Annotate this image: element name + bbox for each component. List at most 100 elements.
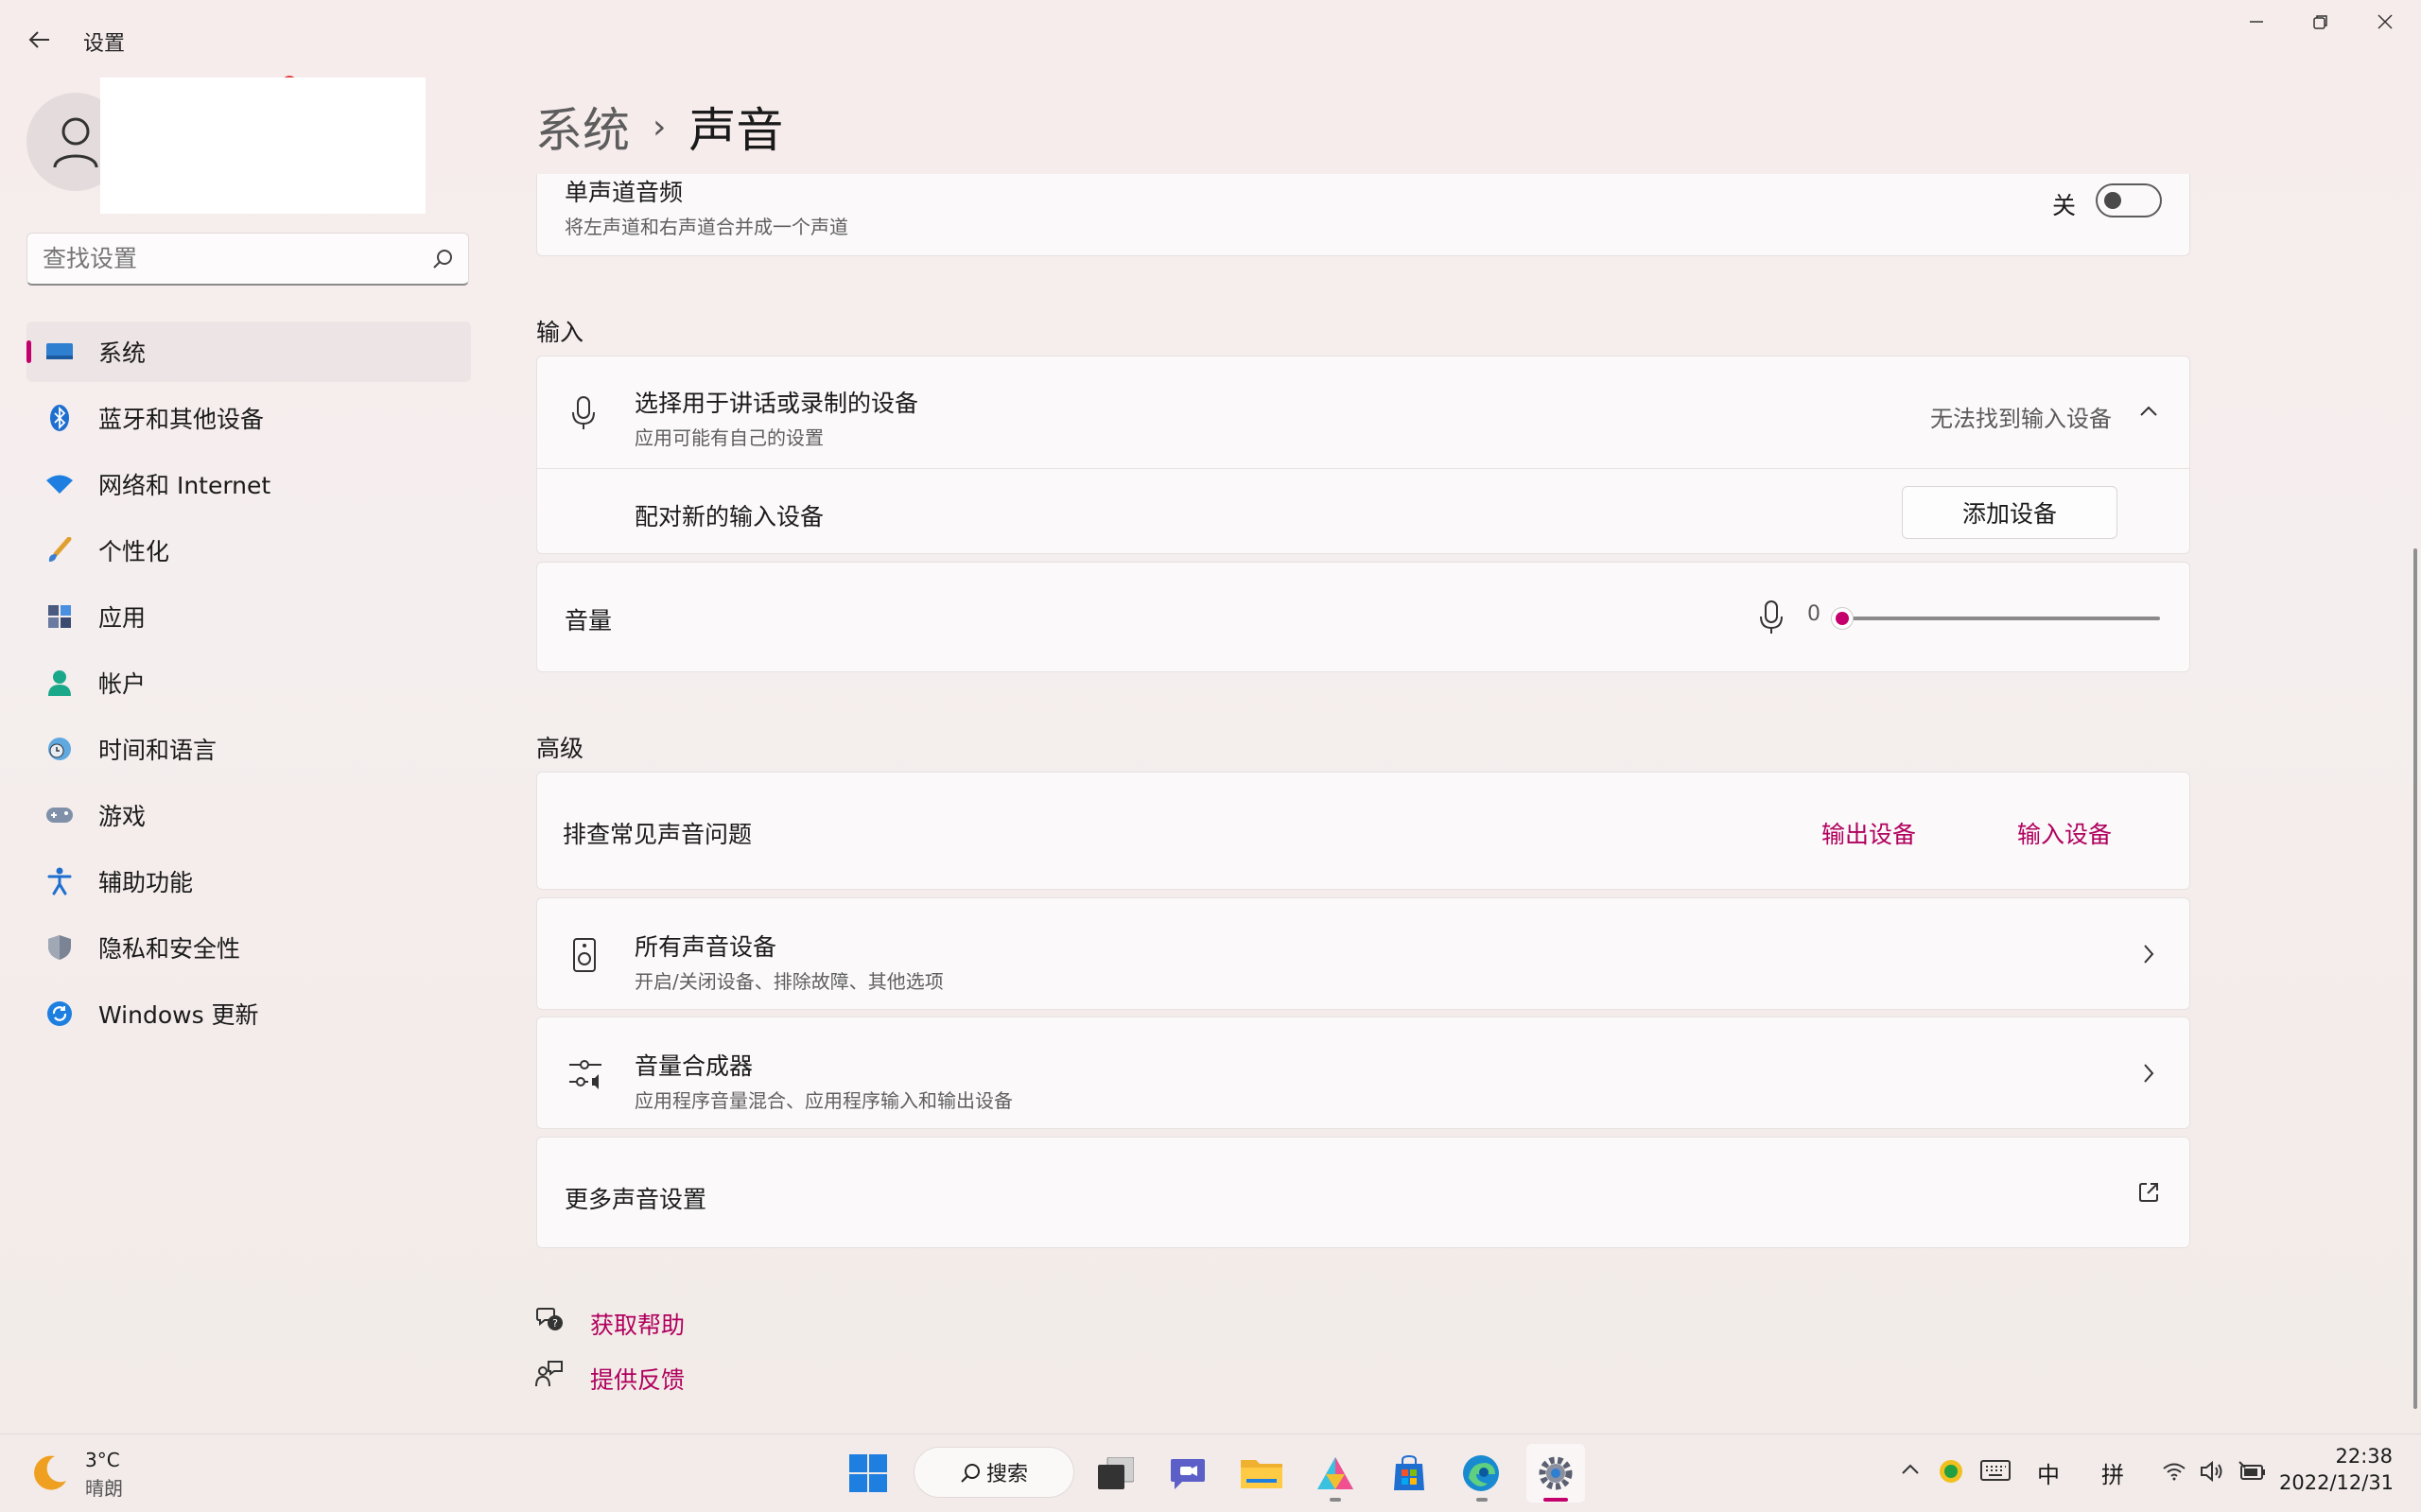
battery-icon[interactable] [2238,1460,2266,1483]
volume-mixer-subtitle: 应用程序音量混合、应用程序输入和输出设备 [635,1089,1013,1112]
sidebar-nav: 系统 蓝牙和其他设备 网络和 Internet 个性化 应用 帐户 时间和语言 … [26,322,471,1050]
sidebar-item-accessibility[interactable]: 辅助功能 [26,851,471,912]
minimize-button[interactable] [2224,0,2289,43]
user-icon [53,117,98,168]
more-sound-settings-label: 更多声音设置 [565,1186,707,1213]
clock-time: 22:38 [2335,1445,2393,1468]
sidebar-item-gaming[interactable]: 游戏 [26,785,471,845]
volume-slider-track[interactable] [1842,617,2160,620]
windows-logo-icon [849,1454,887,1492]
running-indicator [1476,1498,1488,1502]
feedback-link[interactable]: 提供反馈 [590,1362,685,1396]
store-button[interactable] [1383,1447,1436,1500]
brush-icon [45,536,74,565]
taskbar-search-label: 搜索 [986,1463,1029,1486]
chevron-up-icon[interactable] [1901,1464,1920,1475]
sidebar-item-personalization[interactable]: 个性化 [26,520,471,581]
sidebar-item-system[interactable]: 系统 [26,322,471,382]
feedback-icon [535,1361,563,1387]
gear-icon [1539,1456,1573,1490]
mono-audio-toggle[interactable] [2096,183,2162,217]
add-device-button[interactable]: 添加设备 [1902,486,2117,539]
divider [537,468,2189,469]
app-title: 设置 [83,32,126,56]
close-button[interactable] [2353,0,2417,43]
get-help-link[interactable]: 获取帮助 [590,1307,685,1341]
file-explorer-button[interactable] [1235,1447,1288,1500]
edge-icon [1463,1455,1499,1491]
sidebar-item-network[interactable]: 网络和 Internet [26,454,471,514]
tray-app-icon[interactable] [1939,1459,1963,1484]
sidebar-item-apps[interactable]: 应用 [26,586,471,647]
moon-icon [34,1455,66,1490]
sidebar-item-label: 辅助功能 [98,869,194,896]
ime-language-indicator[interactable]: 中 [2037,1456,2060,1489]
scrollbar[interactable] [2413,548,2417,1409]
monitor-icon [45,338,74,366]
breadcrumb: 系统 › 声音 [535,93,783,161]
update-icon [45,999,74,1028]
ime-mode-indicator[interactable]: 拼 [2101,1456,2124,1489]
input-device-value: 无法找到输入设备 [1930,406,2112,432]
volume-slider-thumb[interactable] [1831,607,1854,630]
gamepad-icon [45,801,74,829]
chevron-up-icon [2140,406,2157,416]
breadcrumb-parent[interactable]: 系统 [535,93,630,161]
app-pinned-button[interactable] [1309,1447,1362,1500]
volume-mixer-row[interactable]: 音量合成器 应用程序音量混合、应用程序输入和输出设备 [536,1017,2190,1129]
sidebar-item-label: 蓝牙和其他设备 [98,406,265,433]
shield-icon [45,933,74,962]
active-app-indicator [1543,1498,1568,1502]
taskbar-search[interactable]: 搜索 [914,1447,1074,1498]
output-devices-link[interactable]: 输出设备 [1821,816,1916,850]
triangle-app-icon [1317,1457,1353,1489]
mono-audio-card: 单声道音频 将左声道和右声道合并成一个声道 关 [536,174,2190,256]
apps-icon [45,602,74,631]
restore-button[interactable] [2289,0,2353,43]
all-sound-devices-title: 所有声音设备 [635,933,777,961]
clock-date: 2022/12/31 [2279,1471,2395,1494]
search-input[interactable] [43,245,421,272]
sidebar-item-privacy[interactable]: 隐私和安全性 [26,917,471,978]
mono-audio-state: 关 [2052,192,2077,219]
page-title: 声音 [688,103,784,158]
back-button[interactable] [21,21,59,59]
sidebar-item-label: 帐户 [98,670,147,698]
wifi-icon[interactable] [2162,1462,2186,1481]
settings-search[interactable] [26,233,469,286]
input-device-card: 选择用于讲话或录制的设备 应用可能有自己的设置 无法找到输入设备 配对新的输入设… [536,356,2190,554]
chat-app-button[interactable] [1161,1447,1214,1500]
bluetooth-icon [45,404,74,432]
mixer-icon [569,1060,601,1089]
restore-icon [2313,15,2327,29]
more-sound-settings-row[interactable]: 更多声音设置 [536,1137,2190,1248]
advanced-section-title: 高级 [536,735,584,762]
troubleshoot-label: 排查常见声音问题 [563,821,753,848]
input-devices-link[interactable]: 输入设备 [2017,816,2112,850]
clock[interactable]: 22:38 2022/12/31 [2279,1445,2395,1494]
wifi-icon [45,470,74,498]
chat-icon [1171,1459,1205,1489]
all-sound-devices-subtitle: 开启/关闭设备、排除故障、其他选项 [635,970,944,993]
edge-button[interactable] [1454,1447,1507,1500]
sidebar-item-windows-update[interactable]: Windows 更新 [26,983,471,1044]
account-icon [45,669,74,697]
input-device-subtitle: 应用可能有自己的设置 [635,426,824,449]
sidebar-item-label: Windows 更新 [98,1001,259,1029]
start-button[interactable] [842,1447,895,1500]
mono-audio-subtitle: 将左声道和右声道合并成一个声道 [565,216,848,238]
sidebar-item-accounts[interactable]: 帐户 [26,652,471,713]
sidebar-item-label: 时间和语言 [98,737,218,764]
input-device-row[interactable]: 选择用于讲话或录制的设备 应用可能有自己的设置 无法找到输入设备 [537,356,2189,468]
sidebar-item-label: 个性化 [98,538,170,565]
all-sound-devices-row[interactable]: 所有声音设备 开启/关闭设备、排除故障、其他选项 [536,897,2190,1010]
sidebar-item-time-language[interactable]: 时间和语言 [26,719,471,779]
sidebar-item-label: 游戏 [98,803,147,830]
task-view-icon [1098,1457,1134,1489]
volume-icon[interactable] [2200,1460,2226,1483]
settings-taskbar-button[interactable] [1526,1444,1585,1503]
minimize-icon [2250,21,2263,23]
sidebar-item-bluetooth[interactable]: 蓝牙和其他设备 [26,388,471,448]
keyboard-icon[interactable] [1980,1460,2011,1481]
task-view-button[interactable] [1089,1447,1142,1500]
